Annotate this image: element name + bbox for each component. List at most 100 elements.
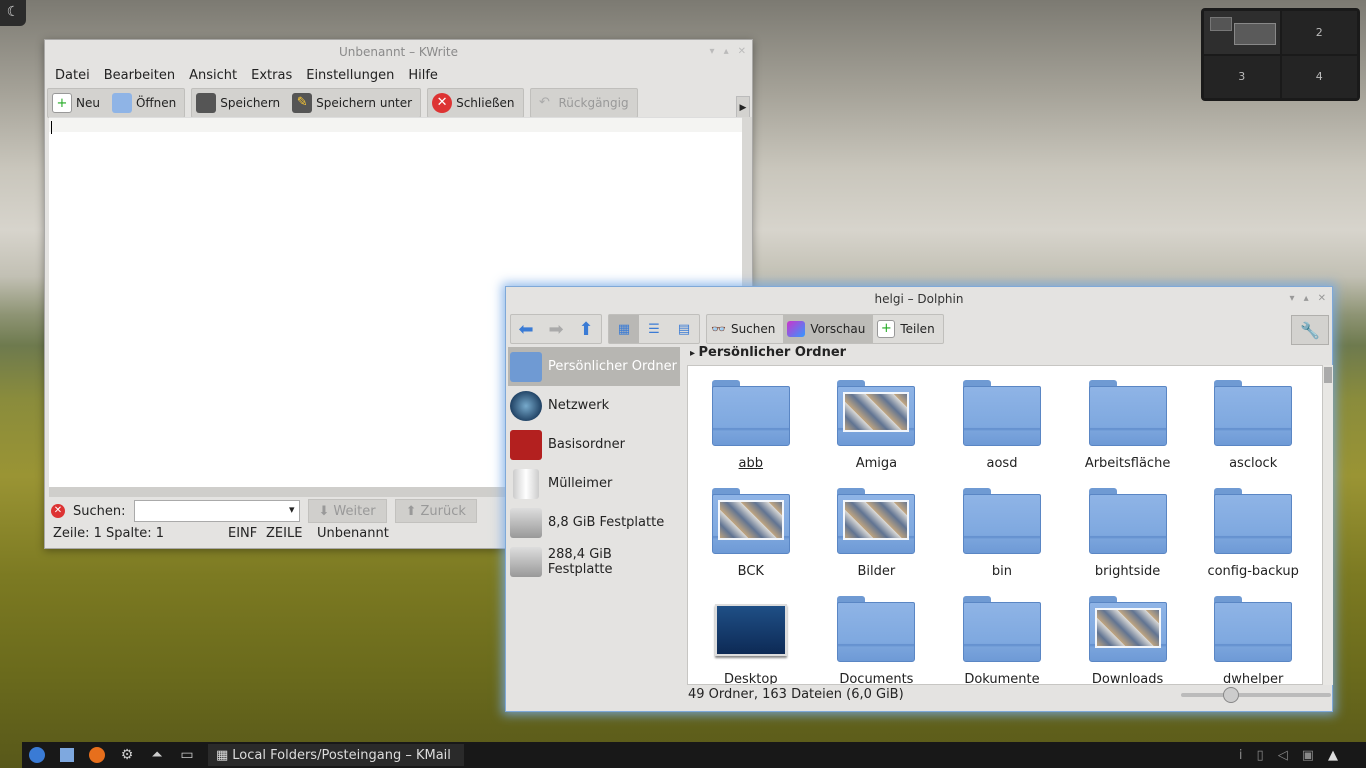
window-titlebar[interactable]: helgi – Dolphin ▾ ▴ ✕ [506,287,1332,311]
close-icon[interactable]: ✕ [738,40,746,64]
place-root[interactable]: Basisordner [508,425,680,464]
icons-view-button[interactable]: ▦ [609,315,639,343]
place-drive-2[interactable]: 288,4 GiB Festplatte [508,542,680,581]
maximize-icon[interactable]: ▴ [1304,287,1309,311]
app-launcher-icon[interactable] [22,742,52,768]
zoom-slider[interactable] [1181,687,1331,703]
close-document-button[interactable]: ✕ Schließen [428,89,522,117]
place-label: 8,8 GiB Festplatte [548,515,665,530]
file-item[interactable]: abb [688,380,814,488]
file-item[interactable]: Amiga [814,380,940,488]
file-item[interactable]: dwhelper [1190,596,1316,684]
globe-icon [510,390,542,421]
pager-desktop-2[interactable]: 2 [1281,11,1357,54]
folder-icon [1214,488,1293,554]
place-network[interactable]: Netzwerk [508,386,680,425]
file-item[interactable]: Arbeitsfläche [1065,380,1191,488]
maximize-icon[interactable]: ▴ [724,40,729,64]
device-notifier-icon[interactable]: ▯ [1257,748,1264,763]
menu-ansicht[interactable]: Ansicht [189,68,237,83]
file-item-label: Amiga [855,456,898,471]
file-item-label: asclock [1229,456,1278,471]
window-title: Unbenannt – KWrite [338,45,458,59]
tray-expand-icon[interactable]: ▲ [1328,748,1338,763]
close-icon[interactable]: ✕ [1318,287,1326,311]
control-button[interactable]: 🔧 [1291,315,1329,345]
breadcrumb[interactable]: Persönlicher Ordner [690,345,847,360]
preview-button[interactable]: Vorschau [783,315,874,343]
menu-extras[interactable]: Extras [251,68,292,83]
place-drive-1[interactable]: 8,8 GiB Festplatte [508,503,680,542]
file-item[interactable]: asclock [1190,380,1316,488]
search-button[interactable]: 👓 Suchen [707,315,783,343]
file-item[interactable]: aosd [939,380,1065,488]
up-button[interactable]: ⬆ [571,315,601,343]
folder-icon [711,380,790,446]
info-icon[interactable]: i [1239,748,1243,763]
minimize-icon[interactable]: ▾ [710,40,715,64]
file-item[interactable]: bin [939,488,1065,596]
task-kmail[interactable]: ▦ Local Folders/Posteingang – KMail [208,744,464,766]
file-item-label: aosd [986,456,1018,471]
new-button[interactable]: + Neu [48,89,108,117]
save-as-button[interactable]: ✎ Speichern unter [288,89,420,117]
folder-icon [962,488,1041,554]
open-button[interactable]: Öffnen [108,89,184,117]
places-panel: Persönlicher Ordner Netzwerk Basisordner… [508,347,680,647]
terminal-icon[interactable]: ▭ [172,742,202,768]
desktop-pager[interactable]: 1 2 3 4 [1201,8,1360,101]
place-trash[interactable]: Mülleimer [508,464,680,503]
desktop-toolbox[interactable]: ☾ [0,0,26,26]
file-item[interactable]: Desktop [688,596,814,684]
undo-icon: ↶ [539,95,550,110]
share-button[interactable]: + Teilen [873,315,942,343]
minimize-icon[interactable]: ▾ [1290,287,1295,311]
volume-icon[interactable]: ◁ [1278,748,1288,763]
pager-desktop-3[interactable]: 3 [1204,55,1280,98]
dolphin-toolbar: ⬅ ➡ ⬆ ▦ ☰ ▤ 👓 Suchen Vorschau + Teilen 🔧 [506,311,1332,347]
preview-icon [787,321,806,337]
find-prev-button[interactable]: ⬆ Zurück [394,499,477,523]
file-item[interactable]: BCK [688,488,814,596]
forward-button[interactable]: ➡ [541,315,571,343]
undo-button[interactable]: ↶ Rückgängig [531,89,637,117]
search-input[interactable] [133,500,300,522]
file-item[interactable]: Bilder [814,488,940,596]
file-item-label: Arbeitsfläche [1084,456,1171,471]
compact-view-button[interactable]: ☰ [639,315,669,343]
clipboard-icon[interactable]: ▣ [1302,748,1314,763]
file-item[interactable]: Documents [814,596,940,684]
settings-gear-icon[interactable]: ⚙ [112,742,142,768]
close-search-icon[interactable]: ✕ [51,504,65,518]
place-home[interactable]: Persönlicher Ordner [508,347,680,386]
arrow-right-icon: ➡ [548,318,564,340]
mail-icon: ▦ [216,747,229,763]
menu-datei[interactable]: Datei [55,68,90,83]
file-view-scrollbar[interactable] [1323,365,1333,685]
rocket-icon[interactable]: ⏶ [142,742,172,768]
arrow-up-icon: ⬆ [578,318,594,340]
pager-desktop-1[interactable]: 1 [1204,11,1280,54]
zoom-slider-handle[interactable] [1223,687,1239,703]
window-titlebar[interactable]: Unbenannt – KWrite ▾ ▴ ✕ [45,40,752,64]
file-icon-view[interactable]: abb Amiga aosd Arbeitsfläche asclock BCK Bilde… [687,365,1323,685]
file-item[interactable]: Downloads [1065,596,1191,684]
folder-icon [1088,380,1167,446]
find-next-button[interactable]: ⬇ Weiter [307,499,387,523]
menu-bearbeiten[interactable]: Bearbeiten [104,68,175,83]
menu-hilfe[interactable]: Hilfe [408,68,438,83]
place-label: Basisordner [548,437,625,452]
details-view-button[interactable]: ▤ [669,315,699,343]
file-item[interactable]: Dokumente [939,596,1065,684]
insert-mode[interactable]: EINF [228,526,266,541]
back-button[interactable]: ⬅ [511,315,541,343]
button-label: Vorschau [810,322,866,336]
file-manager-icon[interactable] [52,742,82,768]
firefox-icon[interactable] [82,742,112,768]
pager-desktop-4[interactable]: 4 [1281,55,1357,98]
file-item[interactable]: brightside [1065,488,1191,596]
save-button[interactable]: Speichern [192,89,288,117]
selection-mode[interactable]: ZEILE [266,526,317,541]
menu-einstellungen[interactable]: Einstellungen [306,68,394,83]
file-item[interactable]: config-backup [1190,488,1316,596]
